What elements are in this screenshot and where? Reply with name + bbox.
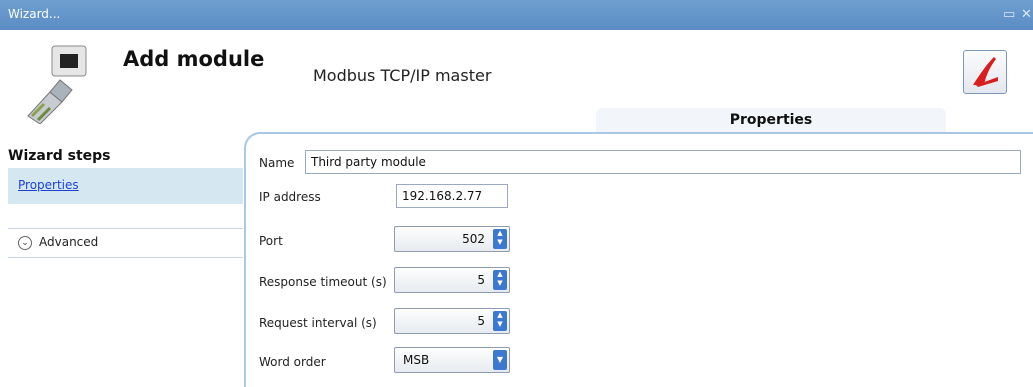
response-timeout-stepper[interactable]: 5 ▲ ▼	[394, 267, 510, 293]
port-stepper[interactable]: 502 ▲ ▼	[394, 226, 510, 252]
dropdown-arrow-icon[interactable]: ▼	[493, 350, 507, 370]
word-order-value: MSB	[403, 353, 430, 367]
ip-address-label: IP address	[259, 190, 321, 204]
request-interval-value: 5	[477, 314, 485, 328]
word-order-select[interactable]: MSB ▼	[394, 347, 510, 373]
window-title: Wizard...	[8, 7, 61, 21]
sidebar-item-label[interactable]: Properties	[18, 178, 79, 192]
response-timeout-value: 5	[477, 273, 485, 287]
title-bar: Wizard... ▭ ✕	[0, 0, 1033, 30]
pdf-icon	[973, 57, 998, 87]
port-value: 502	[462, 232, 485, 246]
tab-properties[interactable]: Properties	[596, 108, 946, 132]
spinner-arrows-icon[interactable]: ▲ ▼	[493, 270, 507, 290]
request-interval-label: Request interval (s)	[259, 316, 377, 330]
advanced-label: Advanced	[39, 235, 99, 249]
close-icon[interactable]: ✕	[1021, 7, 1032, 22]
module-type-subtitle: Modbus TCP/IP master	[313, 66, 492, 85]
request-interval-stepper[interactable]: 5 ▲ ▼	[394, 308, 510, 334]
network-plug-icon	[27, 45, 87, 124]
response-timeout-label: Response timeout (s)	[259, 275, 387, 289]
pdf-button[interactable]	[963, 50, 1007, 94]
port-label: Port	[259, 234, 283, 248]
page-title: Add module	[123, 47, 265, 71]
restore-icon[interactable]: ▭	[1003, 7, 1015, 22]
word-order-label: Word order	[259, 355, 326, 369]
sidebar-item-properties[interactable]: Properties	[8, 168, 243, 204]
chevron-down-icon[interactable]: ⌄	[18, 236, 32, 250]
name-label: Name	[259, 156, 295, 170]
name-field[interactable]: Third party module	[305, 150, 1021, 174]
wizard-steps-heading: Wizard steps	[8, 148, 111, 164]
spinner-arrows-icon[interactable]: ▲ ▼	[493, 229, 507, 249]
spinner-arrows-icon[interactable]: ▲ ▼	[493, 311, 507, 331]
ip-address-field[interactable]: 192.168.2.77	[396, 184, 508, 208]
advanced-expander[interactable]: ⌄ Advanced	[8, 228, 243, 258]
